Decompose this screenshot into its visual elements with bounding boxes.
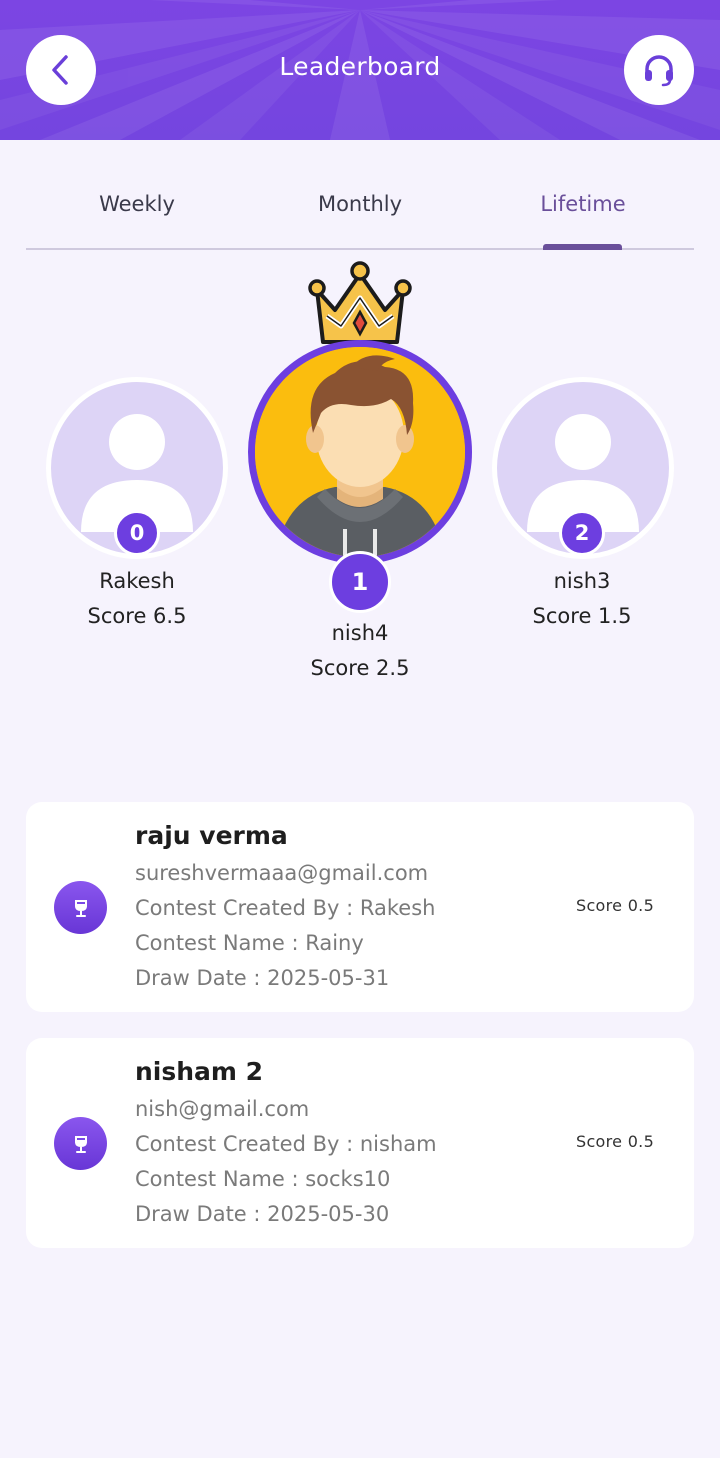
crown-icon bbox=[308, 261, 412, 344]
man-avatar-icon bbox=[255, 347, 465, 557]
entry-email: nish@gmail.com bbox=[135, 1097, 310, 1121]
rank-badge-first: 1 bbox=[329, 551, 391, 613]
podium-score-first: Score 2.5 bbox=[310, 656, 410, 680]
podium-score-second: Score 6.5 bbox=[87, 604, 187, 628]
rank-badge-second: 0 bbox=[114, 510, 160, 556]
entry-contest-name: Contest Name : Rainy bbox=[135, 931, 364, 955]
rank-badge-third: 2 bbox=[559, 510, 605, 556]
leaderboard-entry-card[interactable]: raju verma sureshvermaaa@gmail.com Conte… bbox=[26, 802, 694, 1012]
active-tab-indicator bbox=[543, 244, 622, 250]
entry-created-by: Contest Created By : Rakesh bbox=[135, 896, 436, 920]
tab-monthly[interactable]: Monthly bbox=[249, 192, 471, 216]
support-button[interactable] bbox=[624, 35, 694, 105]
entry-email: sureshvermaaa@gmail.com bbox=[135, 861, 429, 885]
entry-draw-date: Draw Date : 2025-05-31 bbox=[135, 966, 390, 990]
page-title: Leaderboard bbox=[279, 52, 441, 81]
entry-name: nisham 2 bbox=[135, 1057, 264, 1086]
entry-contest-name: Contest Name : socks10 bbox=[135, 1167, 391, 1191]
entry-score: Score 0.5 bbox=[576, 1132, 655, 1151]
leaderboard-tabs: Weekly Monthly Lifetime bbox=[26, 180, 694, 250]
entry-draw-date: Draw Date : 2025-05-30 bbox=[135, 1202, 390, 1226]
podium-name-third: nish3 bbox=[553, 569, 611, 593]
trophy-icon bbox=[54, 881, 107, 934]
trophy-icon bbox=[54, 1117, 107, 1170]
entry-name: raju verma bbox=[135, 821, 288, 850]
headset-icon bbox=[645, 55, 673, 87]
podium-name-second: Rakesh bbox=[99, 569, 175, 593]
tab-weekly[interactable]: Weekly bbox=[26, 192, 248, 216]
tab-lifetime[interactable]: Lifetime bbox=[472, 192, 694, 216]
avatar-first-place[interactable] bbox=[248, 340, 472, 564]
entry-score: Score 0.5 bbox=[576, 896, 655, 915]
app-header: Leaderboard bbox=[0, 0, 720, 140]
entry-created-by: Contest Created By : nisham bbox=[135, 1132, 437, 1156]
podium-name-first: nish4 bbox=[331, 621, 389, 645]
podium-score-third: Score 1.5 bbox=[532, 604, 632, 628]
leaderboard-entry-card[interactable]: nisham 2 nish@gmail.com Contest Created … bbox=[26, 1038, 694, 1248]
